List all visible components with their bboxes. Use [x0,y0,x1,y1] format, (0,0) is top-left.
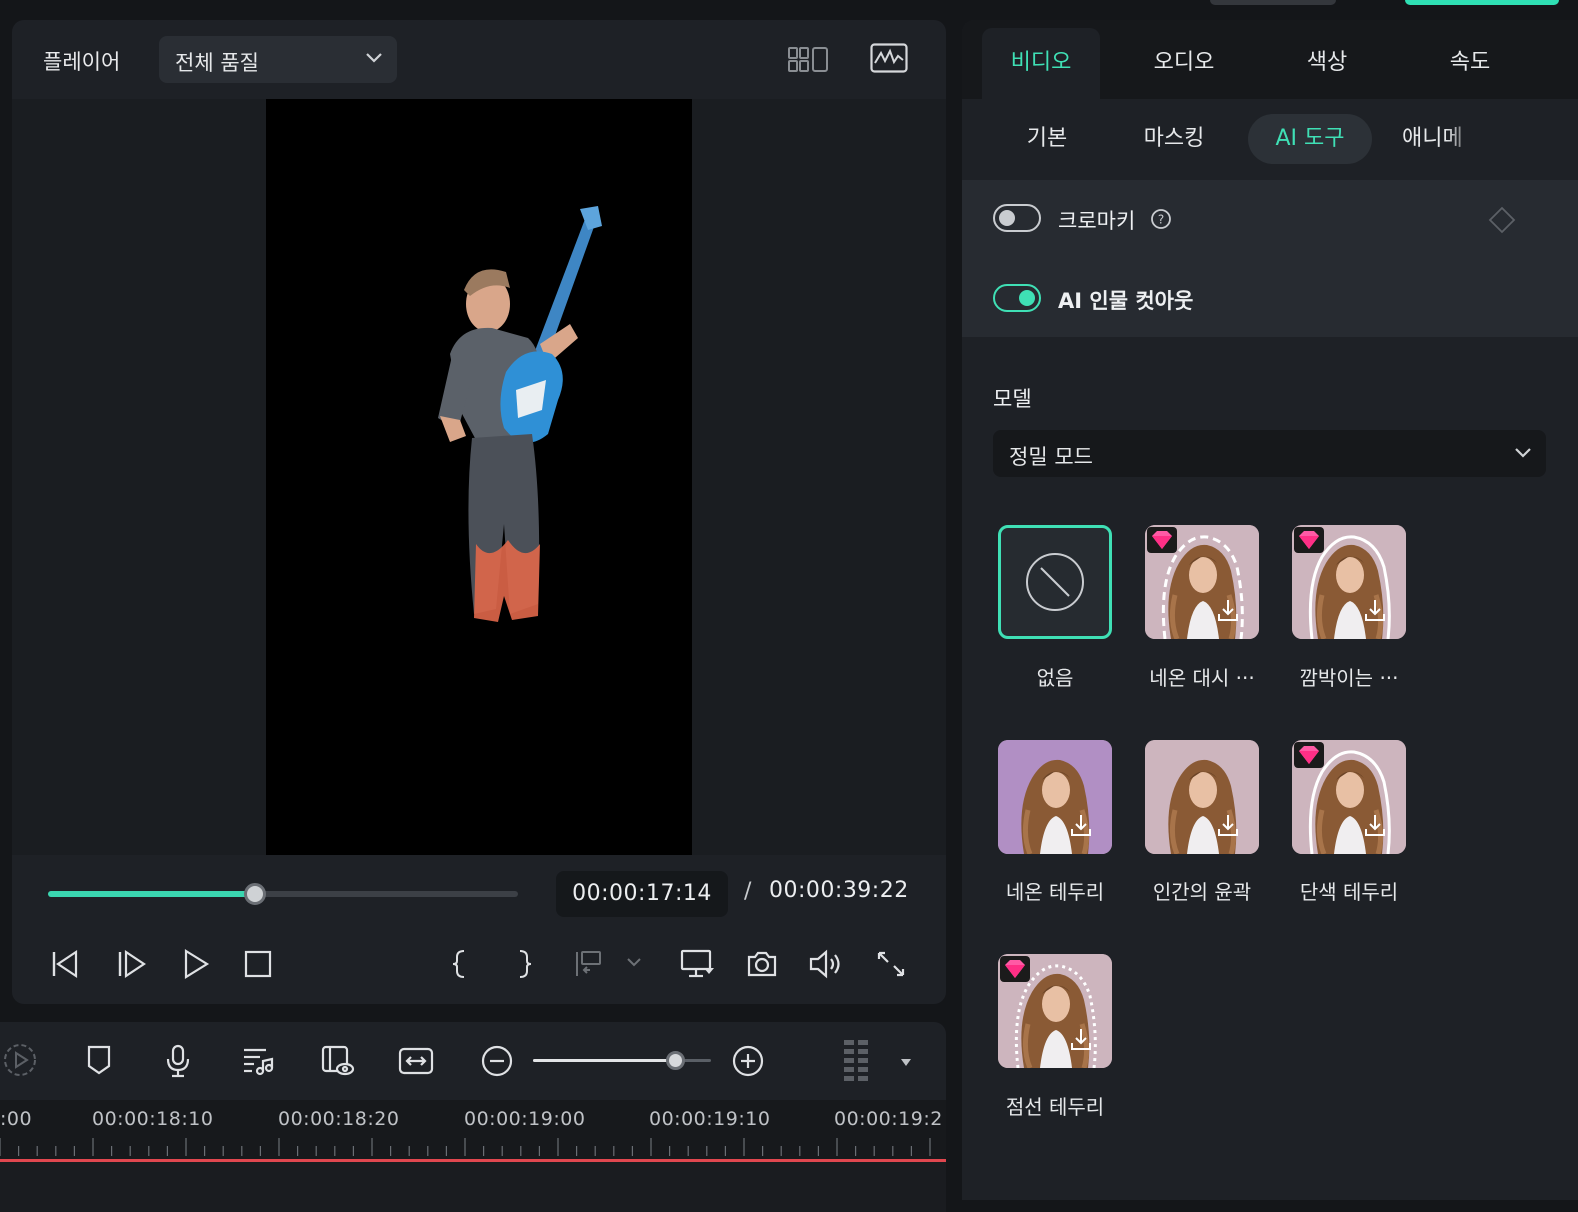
mark-in-icon[interactable] [450,948,470,980]
download-icon[interactable] [1068,1026,1094,1052]
next-frame-icon[interactable] [116,948,148,980]
tab-audio[interactable]: 오디오 [1125,28,1243,99]
tab-speed[interactable]: 속도 [1411,28,1529,99]
export-button-edge[interactable] [1405,0,1559,5]
chroma-key-label: 크로마키 [1058,209,1136,233]
zoom-slider-handle[interactable] [666,1051,685,1070]
tab-video[interactable]: 비디오 [982,28,1100,99]
play-icon[interactable] [182,948,210,980]
editor-window: 플레이어 전체 품질 00:00:17:14 / 00:00:39:22:00… [0,0,1578,1212]
portrait-image [1145,740,1259,854]
track-height-icon[interactable] [842,1038,874,1086]
ruler-label: 00:00:18:20 [278,1108,400,1130]
ai-options-section [962,180,1578,337]
progress-handle[interactable] [244,883,266,905]
effect-label: 없음 [1036,666,1074,690]
fullscreen-icon[interactable] [876,948,906,980]
subtab-basic[interactable]: 기본 [994,114,1100,164]
snapshot-camera-icon[interactable] [746,948,778,980]
audio-list-icon[interactable] [242,1046,274,1076]
ruler-label: 00:00:19:10 [649,1108,771,1130]
download-icon[interactable] [1362,597,1388,623]
microphone-icon[interactable] [164,1044,192,1078]
help-icon[interactable]: ? [1150,208,1172,230]
zoom-slider-fill [533,1059,675,1062]
quality-dropdown[interactable]: 전체 품질 [159,36,397,83]
effect-dotted-border-thumb[interactable] [998,954,1112,1068]
svg-text:?: ? [1158,213,1164,227]
render-preview-icon[interactable] [2,1042,38,1078]
effect-none-thumb[interactable] [998,525,1112,639]
chevron-down-icon [1515,448,1531,458]
none-icon [1026,553,1084,611]
mark-out-icon[interactable] [514,948,534,980]
model-label: 모델 [993,387,1032,411]
download-icon[interactable] [1068,812,1094,838]
fit-timeline-icon[interactable] [398,1046,434,1076]
player-panel: 플레이어 전체 품질 00:00:17:14 / 00:00:39:22 [12,20,946,1004]
premium-gem-icon [1294,527,1324,553]
insert-dropdown-chevron-icon [627,958,641,967]
effect-label: 점선 테두리 [1005,1095,1105,1119]
cutout-guitarist-image [438,206,602,622]
effect-solid-border-thumb[interactable] [1292,740,1406,854]
subtab-ai-tools[interactable]: AI 도구 [1248,114,1372,164]
tab-color[interactable]: 색상 [1268,28,1386,99]
ruler-label: 00:00:18:10 [92,1108,214,1130]
effect-label: 단색 테두리 [1299,880,1399,904]
model-value: 정밀 모드 [1009,445,1093,469]
current-timecode[interactable]: 00:00:17:14 [556,871,728,917]
ai-cutout-label: AI 인물 컷아웃 [1058,289,1194,313]
portrait-image [998,740,1112,854]
progress-fill [48,891,255,897]
subtab-masking[interactable]: 마스킹 [1118,114,1230,164]
download-icon[interactable] [1215,812,1241,838]
effect-label: 인간의 윤곽 [1152,880,1252,904]
ruler-label: :00 [0,1108,33,1130]
chroma-key-toggle[interactable] [993,204,1041,232]
effect-label: 네온 테두리 [1005,880,1105,904]
premium-gem-icon [1294,742,1324,768]
insert-clip-icon [576,951,601,976]
track-options-chevron-icon[interactable] [898,1056,914,1068]
premium-gem-icon [1147,527,1177,553]
marker-icon[interactable] [86,1044,112,1076]
top-toolbar-edge [1210,0,1336,5]
effect-label: 네온 대시 ··· [1149,666,1255,690]
ruler-ticks [0,1138,931,1156]
keyframe-diamond-icon[interactable] [1488,206,1516,234]
premium-gem-icon [1000,956,1030,982]
zoom-out-icon[interactable] [480,1044,514,1078]
timeline-track-area[interactable] [0,1162,946,1212]
ruler-label: 00:00:19:00 [464,1108,586,1130]
subtab-animation[interactable]: 애니메 [1402,114,1476,164]
effect-neon-border-thumb[interactable] [998,740,1112,854]
previous-frame-icon[interactable] [50,948,82,980]
total-timecode: 00:00:39:22 [769,878,909,903]
timecode-separator: / [744,879,752,904]
model-dropdown[interactable]: 정밀 모드 [993,430,1546,477]
effect-flicker-thumb[interactable] [1292,525,1406,639]
grid-layout-icon[interactable] [788,46,830,74]
effect-neon-dash-thumb[interactable] [1145,525,1259,639]
effect-label: 깜박이는 ··· [1299,666,1399,690]
download-icon[interactable] [1362,812,1388,838]
preview-render-icon[interactable] [320,1044,356,1078]
ruler-label: 00:00:19:2 [834,1108,943,1130]
quality-value: 전체 품질 [175,51,259,75]
player-title: 플레이어 [43,50,121,74]
display-monitor-icon[interactable] [680,948,716,980]
zoom-in-icon[interactable] [731,1044,765,1078]
download-icon[interactable] [1215,597,1241,623]
stop-icon[interactable] [244,948,272,980]
chevron-down-icon [366,53,382,63]
ai-cutout-toggle[interactable] [993,284,1041,312]
volume-icon[interactable] [808,948,844,980]
property-panel: 비디오 오디오 색상 속도 기본 마스킹 AI 도구 애니메 크로마키 ? AI… [962,20,1578,1200]
effect-human-outline-thumb[interactable] [1145,740,1259,854]
waveform-scope-icon[interactable] [870,43,908,73]
